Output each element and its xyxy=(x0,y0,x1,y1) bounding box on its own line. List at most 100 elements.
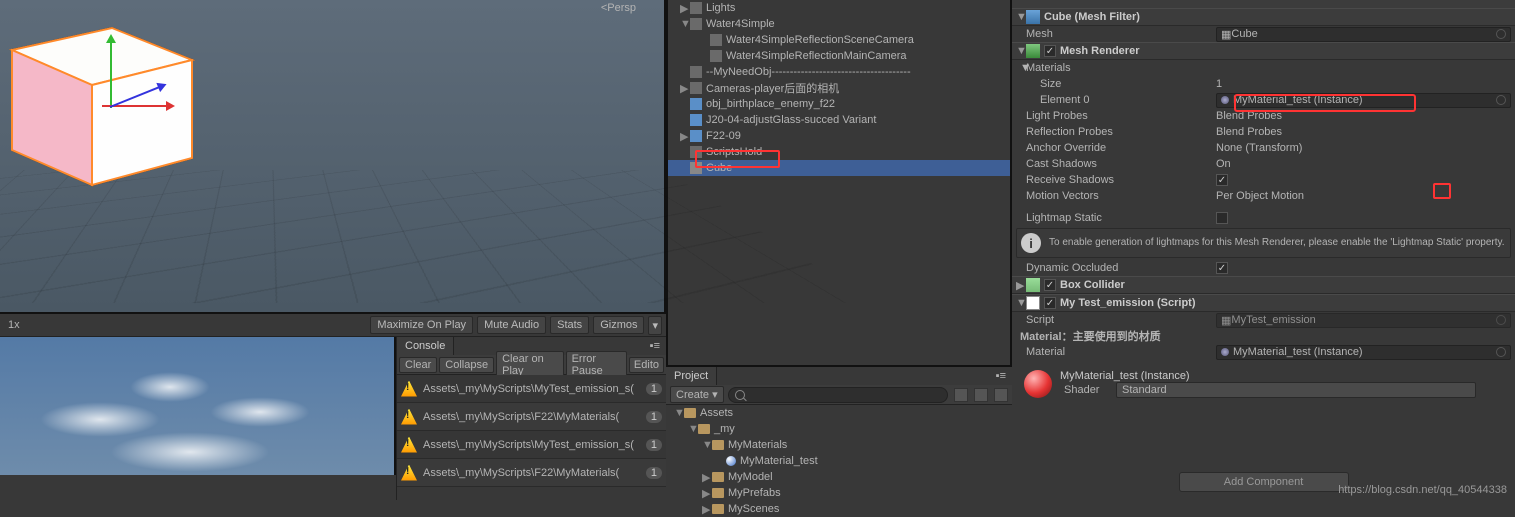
info-icon: i xyxy=(1021,233,1041,253)
script-icon xyxy=(1026,296,1040,310)
hierarchy-panel: ▶Lights▼Water4SimpleWater4SimpleReflecti… xyxy=(666,0,1012,365)
mesh-label: Mesh xyxy=(1016,28,1216,40)
mesh-filter-icon xyxy=(1026,10,1040,24)
material-field[interactable]: MyMaterial_test (Instance) xyxy=(1216,345,1511,360)
warning-icon xyxy=(401,381,417,397)
hierarchy-item[interactable]: ▶F22-09 xyxy=(668,128,1010,144)
foldout-icon[interactable]: ▶ xyxy=(1016,279,1026,292)
filter-icon[interactable] xyxy=(954,388,968,402)
editor-button[interactable]: Edito xyxy=(629,357,664,373)
shader-dropdown[interactable]: Standard xyxy=(1116,382,1476,398)
game-view[interactable] xyxy=(0,337,396,475)
foldout-icon[interactable]: ▼ xyxy=(1016,297,1026,309)
hierarchy-item[interactable]: Water4SimpleReflectionMainCamera xyxy=(668,48,1010,64)
element0-label: Element 0 xyxy=(1016,94,1216,106)
add-component-button[interactable]: Add Component xyxy=(1179,472,1349,492)
gizmos-dropdown-icon[interactable]: ▾ xyxy=(648,316,662,335)
mesh-renderer-icon xyxy=(1026,44,1040,58)
lightmap-static-checkbox[interactable] xyxy=(1216,212,1228,224)
project-item[interactable]: ▶MyPrefabs xyxy=(666,485,1012,501)
stats-button[interactable]: Stats xyxy=(550,316,589,334)
game-toolbar: 1x Maximize On Play Mute Audio Stats Giz… xyxy=(0,314,666,337)
search-icon xyxy=(735,390,745,400)
material-section-label: Material：主要使用到的材质 xyxy=(1016,328,1161,344)
material-preview-sphere-icon xyxy=(1024,370,1052,398)
script-enabled-checkbox[interactable] xyxy=(1044,297,1056,309)
watermark-text: https://blog.csdn.net/qq_40544338 xyxy=(1338,484,1507,496)
console-log-row[interactable]: Assets\_my\MyScripts\F22\MyMaterials(1 xyxy=(397,403,666,431)
cast-shadows-dropdown[interactable]: On xyxy=(1216,158,1511,170)
gizmos-button[interactable]: Gizmos xyxy=(593,316,644,334)
project-item[interactable]: ▼_my xyxy=(666,421,1012,437)
object-picker-icon[interactable] xyxy=(1496,315,1506,325)
maximize-on-play-button[interactable]: Maximize On Play xyxy=(370,316,473,334)
hierarchy-item[interactable]: obj_birthplace_enemy_f22 xyxy=(668,96,1010,112)
mesh-filter-header[interactable]: ▼ Cube (Mesh Filter) xyxy=(1012,8,1515,26)
hierarchy-item[interactable]: ▶Cameras-player后面的相机 xyxy=(668,80,1010,96)
project-item[interactable]: ▶MyScenes xyxy=(666,501,1012,517)
receive-shadows-checkbox[interactable] xyxy=(1216,174,1228,186)
foldout-icon[interactable]: ▼ xyxy=(1016,45,1026,57)
dynamic-occluded-checkbox[interactable] xyxy=(1216,262,1228,274)
receive-shadows-label: Receive Shadows xyxy=(1016,174,1216,186)
console-log-row[interactable]: Assets\_my\MyScripts\MyTest_emission_s(1 xyxy=(397,375,666,403)
object-picker-icon[interactable] xyxy=(1496,29,1506,39)
collapse-button[interactable]: Collapse xyxy=(439,357,494,373)
hierarchy-item[interactable]: J20-04-adjustGlass-succed Variant xyxy=(668,112,1010,128)
project-options-icon[interactable]: ▪≡ xyxy=(990,370,1012,382)
mesh-renderer-header[interactable]: ▼ Mesh Renderer xyxy=(1012,42,1515,60)
script-header[interactable]: ▼ My Test_emission (Script) xyxy=(1012,294,1515,312)
scene-cube-gizmo[interactable] xyxy=(2,10,202,190)
hierarchy-item[interactable]: Cube xyxy=(668,160,1010,176)
console-tab[interactable]: Console xyxy=(397,337,454,355)
anchor-override-label: Anchor Override xyxy=(1016,142,1216,154)
mesh-field[interactable]: ▦ Cube xyxy=(1216,27,1511,42)
favorite-icon[interactable] xyxy=(994,388,1008,402)
mesh-renderer-enabled-checkbox[interactable] xyxy=(1044,45,1056,57)
hierarchy-item[interactable]: ScriptsHold xyxy=(668,144,1010,160)
scale-label: 1x xyxy=(8,319,20,331)
console-panel: Console ▪≡ Clear Collapse Clear on Play … xyxy=(396,337,666,500)
motion-vectors-dropdown[interactable]: Per Object Motion xyxy=(1216,190,1511,202)
element0-material-field[interactable]: MyMaterial_test (Instance) xyxy=(1216,93,1511,108)
project-item[interactable]: ▼Assets xyxy=(666,405,1012,421)
hierarchy-item[interactable]: ▶Lights xyxy=(668,0,1010,16)
size-label: Size xyxy=(1016,78,1216,90)
reflection-probes-dropdown[interactable]: Blend Probes xyxy=(1216,126,1511,138)
lightmap-info-box: iTo enable generation of lightmaps for t… xyxy=(1016,228,1511,258)
box-collider-header[interactable]: ▶ Box Collider xyxy=(1012,276,1515,294)
project-item[interactable]: ▶MyModel xyxy=(666,469,1012,485)
warning-icon xyxy=(401,409,417,425)
hierarchy-item[interactable]: ▼Water4Simple xyxy=(668,16,1010,32)
saved-search-icon[interactable] xyxy=(974,388,988,402)
box-collider-enabled-checkbox[interactable] xyxy=(1044,279,1056,291)
create-button[interactable]: Create ▾ xyxy=(670,386,724,403)
console-log-row[interactable]: Assets\_my\MyScripts\MyTest_emission_s(1 xyxy=(397,431,666,459)
hierarchy-item[interactable]: --MyNeedObj-----------------------------… xyxy=(668,64,1010,80)
warning-icon xyxy=(401,437,417,453)
project-item[interactable]: MyMaterial_test xyxy=(666,453,1012,469)
lightmap-static-label: Lightmap Static xyxy=(1016,212,1216,224)
console-log-row[interactable]: Assets\_my\MyScripts\F22\MyMaterials(1 xyxy=(397,459,666,487)
camera-persp-label[interactable]: <Persp xyxy=(601,2,636,14)
shader-label: Shader xyxy=(1060,384,1116,396)
anchor-override-field[interactable]: None (Transform) xyxy=(1216,142,1511,154)
warning-icon xyxy=(401,465,417,481)
mute-audio-button[interactable]: Mute Audio xyxy=(477,316,546,334)
foldout-icon[interactable]: ▼ xyxy=(1016,11,1026,23)
inspector-panel: ▼ Cube (Mesh Filter) Mesh ▦ Cube ▼ Mesh … xyxy=(1012,0,1515,500)
size-value[interactable]: 1 xyxy=(1216,78,1511,90)
project-search-input[interactable] xyxy=(728,387,948,403)
clear-button[interactable]: Clear xyxy=(399,357,437,373)
object-picker-icon[interactable] xyxy=(1496,347,1506,357)
hierarchy-item[interactable]: Water4SimpleReflectionSceneCamera xyxy=(668,32,1010,48)
scene-view[interactable]: <Persp xyxy=(0,0,666,314)
motion-vectors-label: Motion Vectors xyxy=(1016,190,1216,202)
cast-shadows-label: Cast Shadows xyxy=(1016,158,1216,170)
material-preview-header[interactable]: MyMaterial_test (Instance) Shader Standa… xyxy=(1012,366,1515,402)
project-item[interactable]: ▼MyMaterials xyxy=(666,437,1012,453)
object-picker-icon[interactable] xyxy=(1496,95,1506,105)
light-probes-dropdown[interactable]: Blend Probes xyxy=(1216,110,1511,122)
console-options-icon[interactable]: ▪≡ xyxy=(644,340,666,352)
project-tab[interactable]: Project xyxy=(666,367,717,385)
